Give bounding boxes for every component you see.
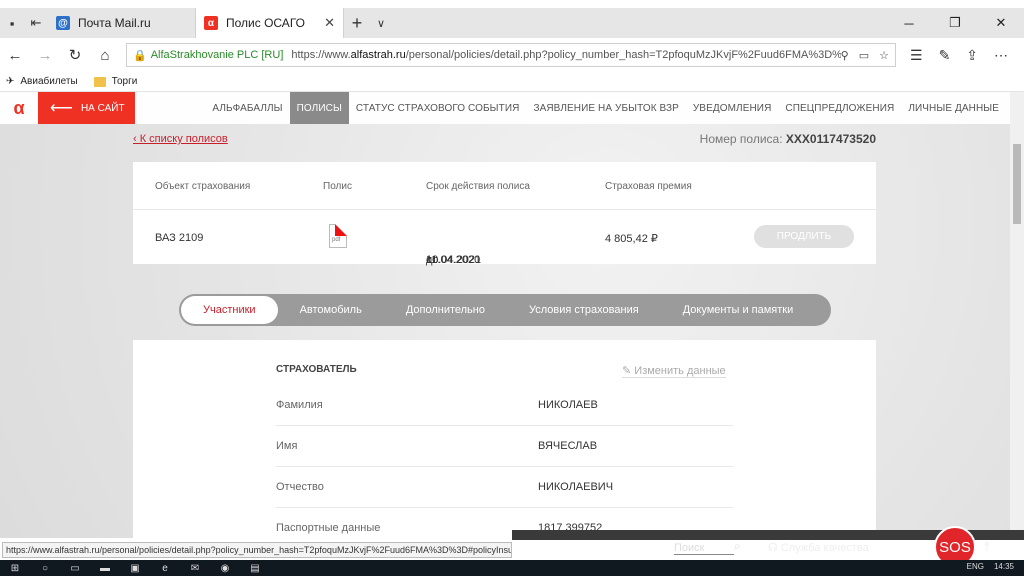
more-icon[interactable]: ⋯ [994, 47, 1008, 64]
col-object-header: Объект страхования [155, 181, 251, 192]
field-name: Имя ВЯЧЕСЛАВ [276, 426, 733, 467]
participants-card: СТРАХОВАТЕЛЬ ✎ Изменить данные Фамилия Н… [133, 340, 876, 538]
scroll-top-icon[interactable]: ⤒ [984, 539, 990, 555]
notes-pen-icon[interactable]: ✎ [939, 47, 951, 64]
minimize-icon[interactable]: ─ [886, 8, 932, 38]
back-icon[interactable]: ← [0, 47, 30, 64]
policy-card: Объект страхования Полис Срок действия п… [133, 162, 876, 266]
tab-actions-icon[interactable]: ▪ [0, 8, 24, 38]
nav-notifications[interactable]: Уведомления [686, 92, 779, 124]
policy-card-header: Объект страхования Полис Срок действия п… [133, 162, 876, 210]
mail-icon[interactable]: ✉ [180, 563, 210, 574]
bookmark-avia[interactable]: ✈ Авиабилеты [6, 76, 78, 87]
policy-number: Номер полиса: XXX0117473520 [699, 132, 876, 146]
nav-special-offers[interactable]: Спецпредложения [778, 92, 901, 124]
nav-policies[interactable]: Полисы [289, 92, 349, 124]
share-icon[interactable]: ⇪ [966, 47, 978, 64]
main-nav: Альфабаллы Полисы Статус страхового собы… [205, 92, 1006, 124]
app-icon[interactable]: ◉ [210, 563, 240, 574]
certificate-name[interactable]: AlfaStrakhovanie PLC [RU] [151, 49, 284, 61]
back-to-policies-link[interactable]: ‹ К списку полисов [133, 133, 228, 145]
chevron-down-icon[interactable]: ∨ [370, 8, 392, 38]
arrow-left-icon: ⟵ [50, 100, 73, 117]
field-surname: Фамилия НИКОЛАЕВ [276, 385, 733, 426]
url-field[interactable]: 🔒 AlfaStrakhovanie PLC [RU] https://www.… [126, 43, 896, 67]
tab-osago[interactable]: α Полис ОСАГО ✕ [196, 8, 344, 38]
taskbar: ⊞ ○ ▭ ▬ ▣ e ✉ ◉ ▤ ENG 14:35 [0, 560, 1024, 576]
headset-icon: ☊ [768, 542, 778, 554]
field-patronymic: Отчество НИКОЛАЕВИЧ [276, 467, 733, 508]
document-icon[interactable]: ▤ [240, 563, 270, 574]
alfa-favicon-icon: α [204, 16, 218, 30]
folder-icon [93, 76, 106, 87]
address-toolbar: ← → ↻ ⌂ 🔒 AlfaStrakhovanie PLC [RU] http… [0, 38, 1024, 72]
col-period-header: Срок действия полиса [426, 181, 530, 192]
insurance-premium: 4 805,42 ₽ [605, 233, 658, 245]
insured-object: ВАЗ 2109 [155, 232, 204, 244]
renew-button[interactable]: ПРОДЛИТЬ [754, 225, 854, 248]
tab-mail[interactable]: @ Почта Mail.ru [48, 8, 196, 38]
col-policy-header: Полис [323, 181, 352, 192]
extension-icon[interactable]: ⚲ [841, 49, 849, 62]
nav-alfabally[interactable]: Альфабаллы [205, 92, 289, 124]
nav-claim-status[interactable]: Статус страхового события [349, 92, 527, 124]
back-to-site-button[interactable]: ⟵ НА САЙТ [38, 92, 135, 124]
tab-participants[interactable]: Участники [181, 296, 278, 324]
site-search-input[interactable]: Поиск [674, 542, 734, 555]
tray-language[interactable]: ENG [967, 562, 984, 571]
col-premium-header: Страховая премия [605, 181, 692, 192]
tab-car[interactable]: Автомобиль [278, 296, 384, 324]
scrollbar-thumb[interactable] [1013, 144, 1021, 224]
tab-additional[interactable]: Дополнительно [384, 296, 507, 324]
status-url: https://www.alfastrah.ru/personal/polici… [2, 542, 512, 558]
system-tray: ENG 14:35 [967, 562, 1014, 571]
edit-data-link[interactable]: ✎ Изменить данные [622, 364, 726, 378]
restore-icon[interactable]: ❐ [932, 8, 978, 38]
new-tab-button[interactable]: + [344, 8, 370, 38]
search-icon[interactable]: ○ [30, 563, 60, 574]
refresh-icon[interactable]: ↻ [60, 46, 90, 64]
site-header: α ⟵ НА САЙТ Альфабаллы Полисы Статус стр… [0, 92, 1010, 124]
section-title: СТРАХОВАТЕЛЬ [276, 364, 357, 375]
tab-documents[interactable]: Документы и памятки [661, 296, 816, 324]
scrollbar[interactable] [1010, 92, 1024, 538]
lock-icon: 🔒 [133, 49, 147, 62]
browser-tab-bar: ▪ ⇤ @ Почта Mail.ru α Полис ОСАГО ✕ + ∨ … [0, 0, 1024, 38]
reading-view-icon[interactable]: ▭ [859, 49, 869, 62]
edge-icon[interactable]: e [150, 563, 180, 574]
tab-conditions[interactable]: Условия страхования [507, 296, 661, 324]
mail-favicon-icon: @ [56, 16, 70, 30]
plane-icon: ✈ [6, 76, 15, 87]
policy-row: ВАЗ 2109 pdf с 11.04.2020 до 10.04.2021 … [133, 210, 876, 266]
bookmarks-bar: ✈ Авиабилеты Торги [0, 72, 1024, 92]
favorite-star-icon[interactable]: ☆ [879, 49, 889, 62]
explorer-icon[interactable]: ▬ [90, 563, 120, 574]
status-bar: https://www.alfastrah.ru/personal/polici… [0, 540, 1024, 560]
pdf-icon[interactable]: pdf [329, 224, 347, 248]
tab-label: Полис ОСАГО [226, 16, 305, 30]
close-tab-icon[interactable]: ✕ [324, 15, 335, 31]
page-viewport: α ⟵ НА САЙТ Альфабаллы Полисы Статус стр… [0, 92, 1010, 538]
forward-icon[interactable]: → [30, 47, 60, 64]
store-icon[interactable]: ▣ [120, 563, 150, 574]
alfa-logo-icon[interactable]: α [0, 92, 38, 124]
section-tabs: Участники Автомобиль Дополнительно Услов… [179, 294, 831, 326]
set-aside-tabs-icon[interactable]: ⇤ [24, 8, 48, 38]
tray-clock[interactable]: 14:35 [994, 562, 1014, 571]
url-text: https://www.alfastrah.ru/personal/polici… [291, 49, 840, 61]
nav-personal-data[interactable]: Личные данные [901, 92, 1006, 124]
quality-service-link[interactable]: ☊ Служба качества [768, 541, 869, 554]
search-icon[interactable]: ⌕ [734, 539, 741, 554]
nav-vzr-claim[interactable]: Заявление на убыток ВЗР [526, 92, 685, 124]
close-window-icon[interactable]: ✕ [978, 8, 1024, 38]
favorites-hub-icon[interactable]: ☰ [910, 47, 923, 64]
task-view-icon[interactable]: ▭ [60, 563, 90, 574]
home-icon[interactable]: ⌂ [90, 47, 120, 64]
bookmark-torgi[interactable]: Торги [93, 76, 137, 87]
edit-icon: ✎ [622, 365, 632, 377]
tab-label: Почта Mail.ru [78, 16, 151, 30]
windows-start-icon[interactable]: ⊞ [0, 563, 30, 574]
